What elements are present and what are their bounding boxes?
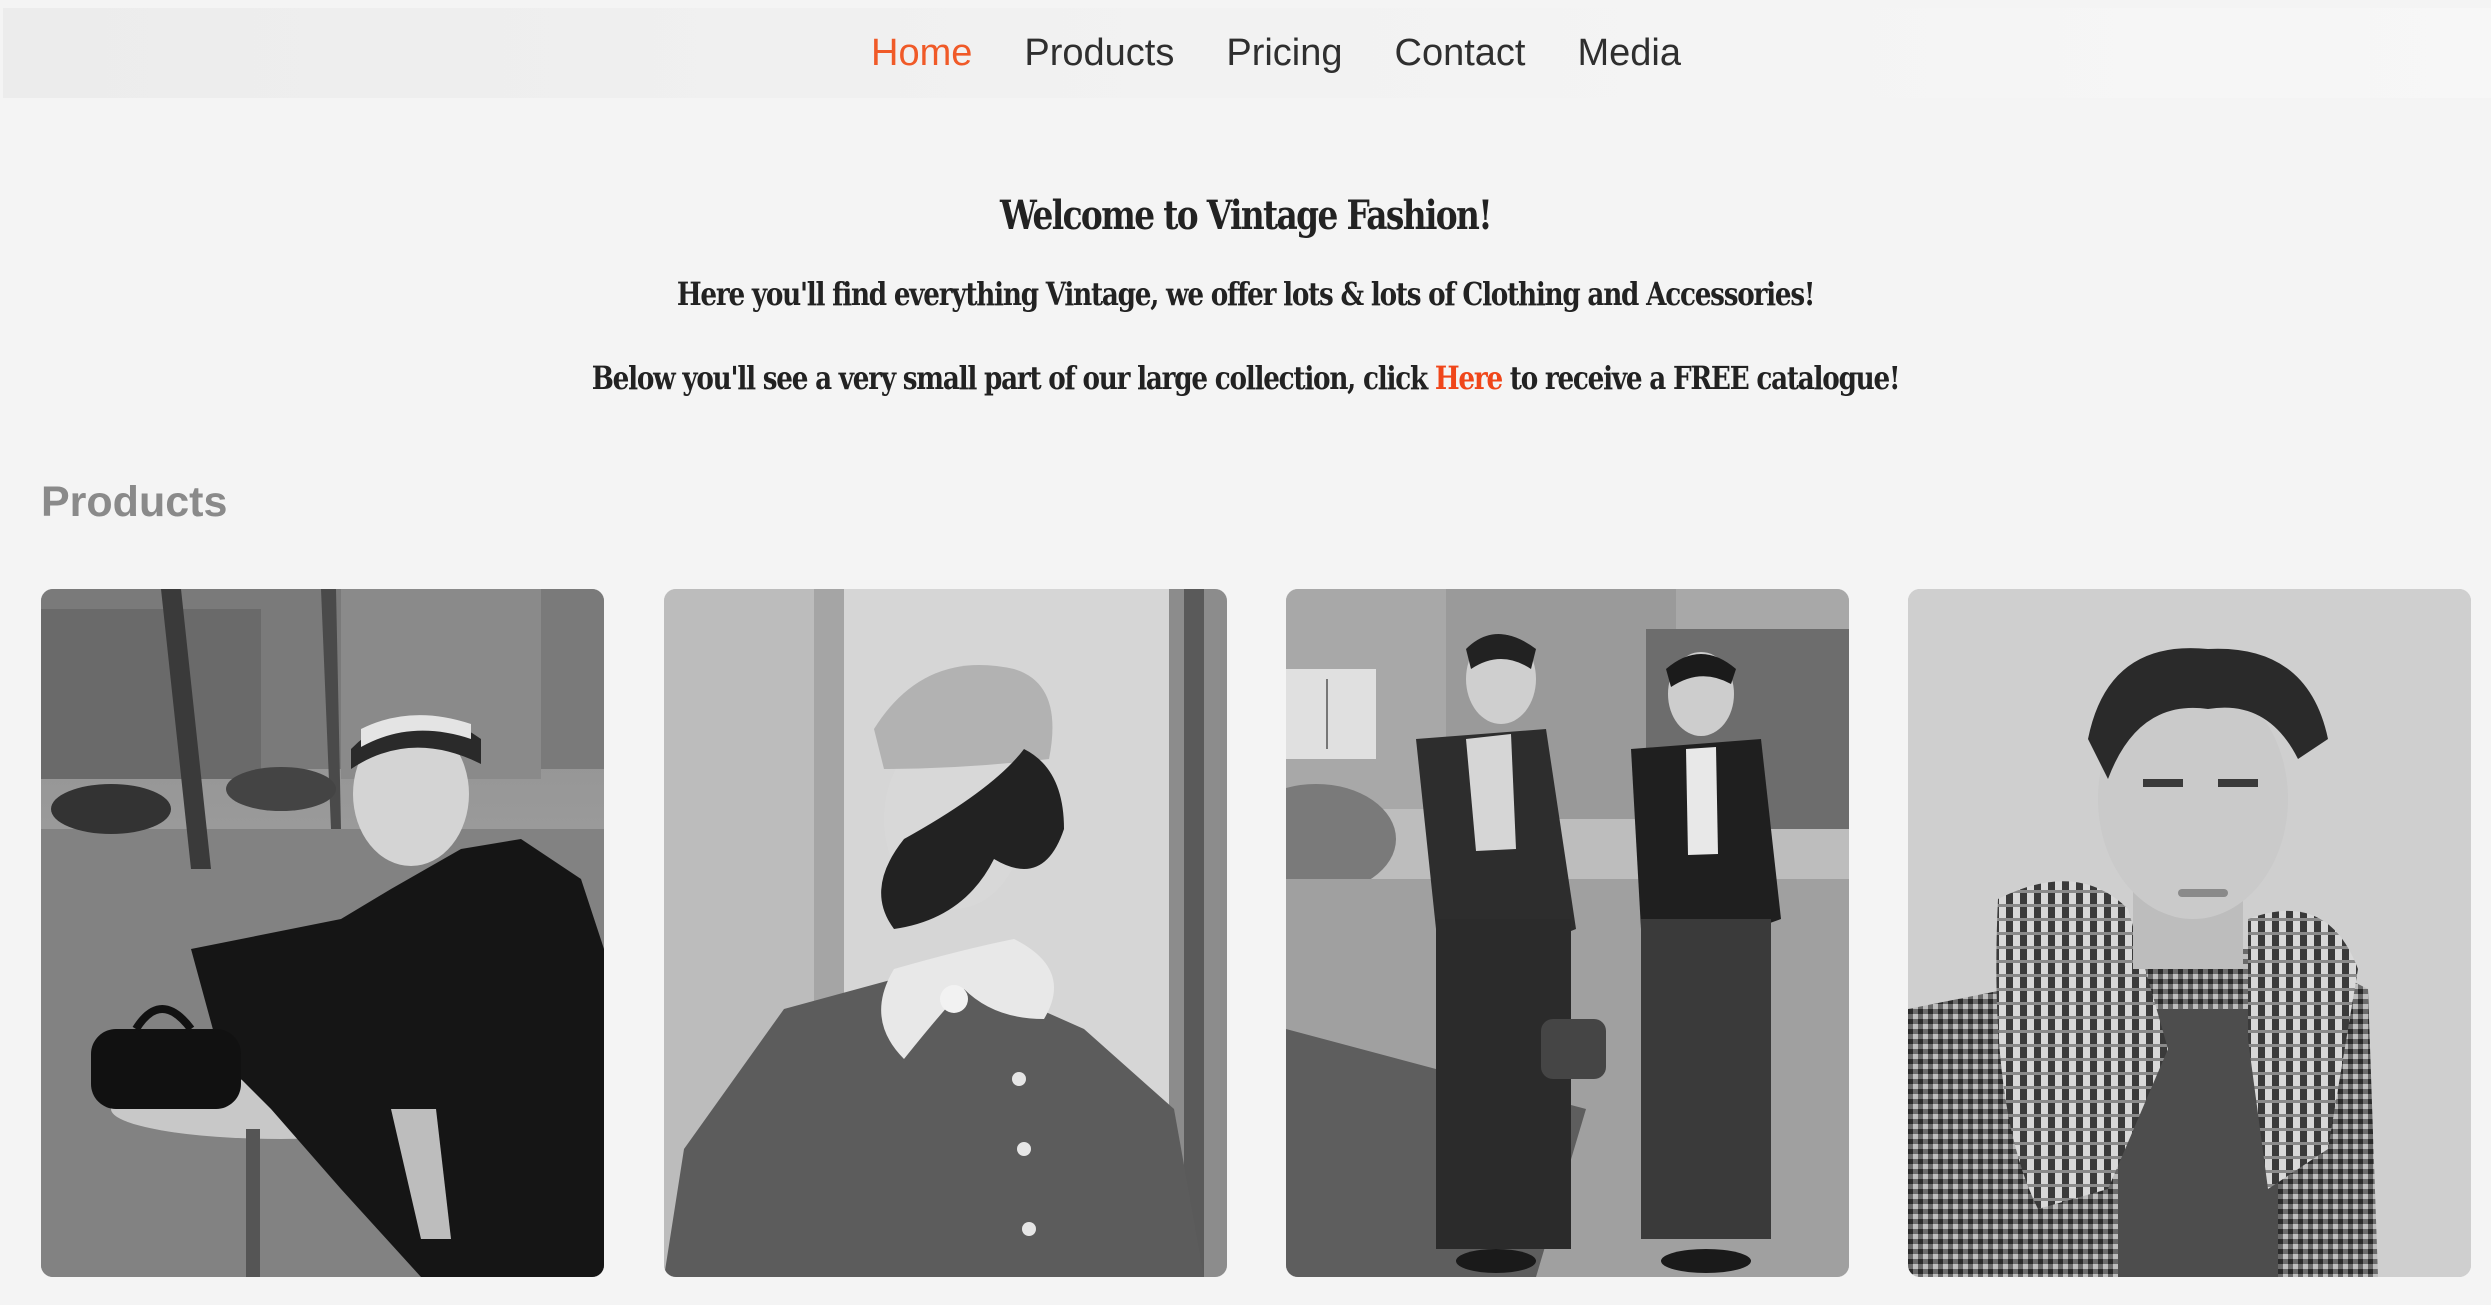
catalogue-text-before: Below you'll see a very small part of ou… [591, 359, 1435, 397]
nav-item-contact[interactable]: Contact [1395, 34, 1526, 72]
products-heading: Products [41, 478, 228, 526]
intro-text: Here you'll find everything Vintage, we … [676, 275, 1816, 313]
nav-item-home[interactable]: Home [871, 34, 972, 72]
catalogue-here-link[interactable]: Here [1435, 359, 1503, 397]
catalogue-text-after: to receive a FREE catalogue! [1501, 359, 1901, 397]
product-card-woman-cafe[interactable] [41, 589, 604, 1277]
product-card-man-scarf[interactable] [1908, 589, 2471, 1277]
welcome-title: Welcome to Vintage Fashion! [1000, 192, 1493, 239]
page: Home Products Pricing Contact Media Welc… [0, 0, 2491, 1305]
nav-item-products[interactable]: Products [1024, 34, 1174, 72]
catalogue-text: Below you'll see a very small part of ou… [224, 348, 2267, 408]
product-card-woman-beret[interactable] [664, 589, 1227, 1277]
nav-list: Home Products Pricing Contact Media [813, 34, 1681, 72]
woman-beret-fur-collar-photo [664, 589, 1227, 1277]
welcome-section: Welcome to Vintage Fashion! Here you'll … [0, 180, 2491, 408]
two-young-men-street-photo [1286, 589, 1849, 1277]
nav-item-pricing[interactable]: Pricing [1226, 34, 1342, 72]
nav-item-media[interactable]: Media [1577, 34, 1681, 72]
top-navigation: Home Products Pricing Contact Media [3, 8, 2491, 98]
woman-cafe-table-photo [41, 589, 604, 1277]
young-man-checked-scarf-photo [1908, 589, 2471, 1277]
product-card-two-young-men[interactable] [1286, 589, 1849, 1277]
